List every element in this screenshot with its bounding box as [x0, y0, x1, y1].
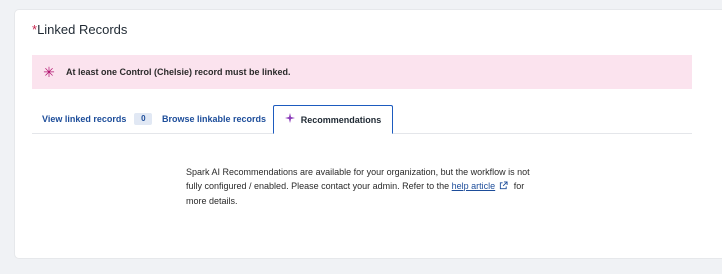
tab-bar: View linked records 0 Browse linkable re…	[32, 105, 692, 134]
alert-message: At least one Control (Chelsie) record mu…	[66, 67, 291, 77]
help-article-link[interactable]: help article	[452, 181, 496, 191]
tab-view-linked-records[interactable]: View linked records 0	[42, 105, 153, 133]
linked-records-panel: *Linked Records ✳ At least one Control (…	[15, 10, 722, 258]
sparkle-icon	[284, 113, 295, 126]
asterisk-icon: ✳	[43, 64, 55, 80]
tab-browse-label: Browse linkable records	[162, 114, 267, 124]
section-title-text: Linked Records	[37, 22, 128, 37]
tab-browse-linkable-records[interactable]: Browse linkable records	[162, 105, 266, 133]
tab-recommendations[interactable]: Recommendations	[273, 105, 393, 134]
section-title: *Linked Records	[32, 22, 127, 37]
validation-alert: ✳ At least one Control (Chelsie) record …	[32, 55, 692, 89]
linked-count-badge: 0	[134, 113, 153, 125]
external-link-icon	[499, 180, 508, 194]
tab-view-linked-records-label: View linked records	[42, 114, 127, 124]
tab-recommendations-label: Recommendations	[300, 114, 382, 125]
recommendations-message: Spark AI Recommendations are available f…	[186, 165, 546, 208]
